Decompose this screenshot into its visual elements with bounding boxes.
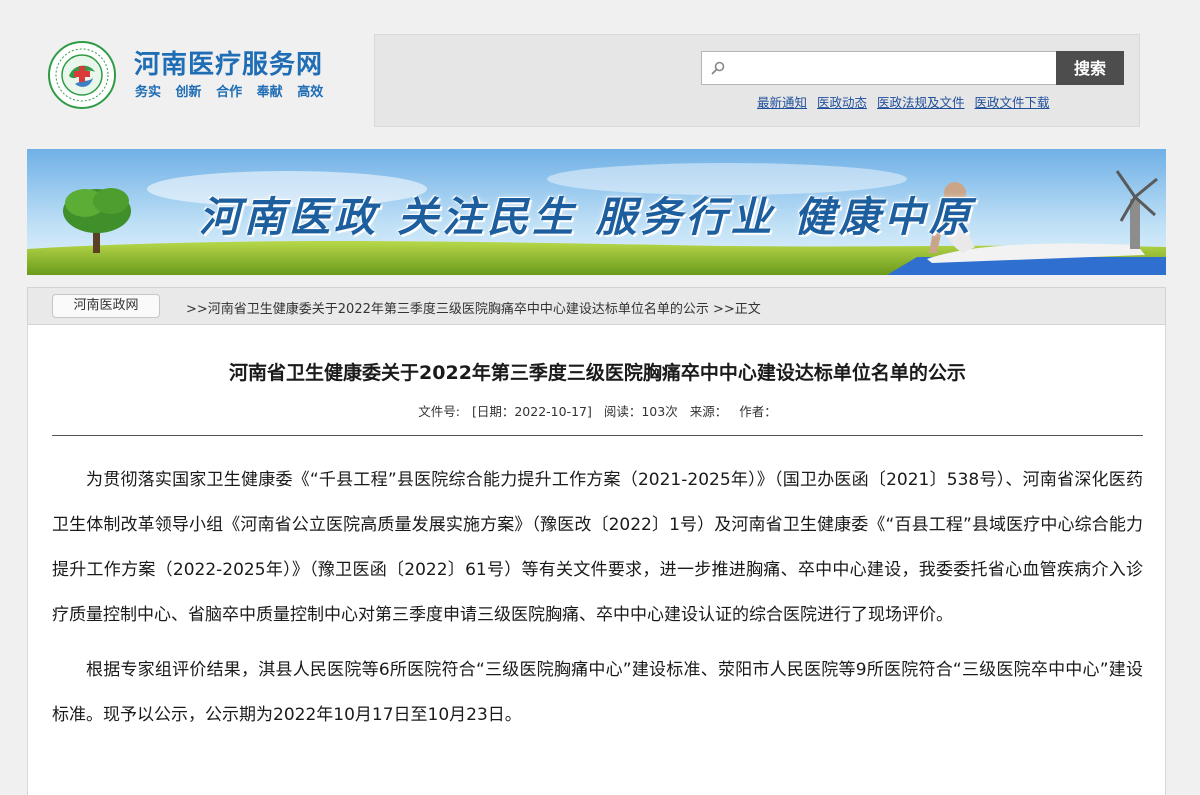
slogan-word: 务实 bbox=[135, 85, 162, 100]
search-icon bbox=[710, 60, 726, 76]
quick-links: 最新通知 医政动态 医政法规及文件 医政文件下载 bbox=[757, 92, 1056, 111]
slogan-word: 创新 bbox=[175, 85, 202, 100]
link-file-download[interactable]: 医政文件下载 bbox=[975, 95, 1050, 110]
meta-reads: 阅读：103次 bbox=[603, 404, 678, 419]
site-slogan: 务实 创新 合作 奉献 高效 bbox=[135, 81, 333, 100]
search-panel: 搜索 最新通知 医政动态 医政法规及文件 医政文件下载 bbox=[374, 34, 1140, 127]
slogan-word: 奉献 bbox=[256, 85, 283, 100]
search-box bbox=[701, 51, 1057, 85]
site-logo[interactable] bbox=[47, 40, 117, 110]
article-container: 河南省卫生健康委关于2022年第三季度三级医院胸痛卒中中心建设达标单位名单的公示… bbox=[27, 325, 1166, 795]
meta-doc-no: 文件号: bbox=[418, 404, 460, 419]
hero-banner: 河南医政 关注民生 服务行业 健康中原 bbox=[27, 149, 1166, 275]
article-meta: 文件号: [日期：2022-10-17] 阅读：103次 来源： 作者： bbox=[28, 401, 1167, 420]
breadcrumb-path: >>河南省卫生健康委关于2022年第三季度三级医院胸痛卒中中心建设达标单位名单的… bbox=[186, 302, 761, 317]
link-medical-news[interactable]: 医政动态 bbox=[817, 95, 867, 110]
logo-emblem-icon bbox=[48, 41, 116, 109]
link-regulations[interactable]: 医政法规及文件 bbox=[877, 95, 965, 110]
meta-source: 来源： bbox=[689, 404, 728, 419]
search-button[interactable]: 搜索 bbox=[1056, 51, 1124, 85]
search-input[interactable] bbox=[732, 54, 1054, 84]
title-divider bbox=[52, 435, 1143, 436]
article-paragraph: 为贯彻落实国家卫生健康委《“千县工程”县医院综合能力提升工作方案（2021-20… bbox=[52, 470, 1143, 625]
breadcrumb: 河南医政网 >>河南省卫生健康委关于2022年第三季度三级医院胸痛卒中中心建设达… bbox=[27, 287, 1166, 325]
slogan-word: 合作 bbox=[216, 85, 243, 100]
article-title: 河南省卫生健康委关于2022年第三季度三级医院胸痛卒中中心建设达标单位名单的公示 bbox=[229, 362, 966, 384]
banner-slogan: 河南医政 关注民生 服务行业 健康中原 bbox=[199, 193, 974, 241]
breadcrumb-home-link[interactable]: 河南医政网 bbox=[52, 294, 160, 318]
meta-author: 作者： bbox=[739, 404, 777, 419]
slogan-word: 高效 bbox=[297, 85, 324, 100]
article-paragraph: 根据专家组评价结果，淇县人民医院等6所医院符合“三级医院胸痛中心”建设标准、荥阳… bbox=[52, 660, 1143, 725]
meta-date: [日期：2022-10-17] bbox=[471, 404, 592, 419]
link-latest-notice[interactable]: 最新通知 bbox=[757, 95, 807, 110]
site-name[interactable]: 河南医疗服务网 bbox=[134, 44, 323, 81]
article-body: 为贯彻落实国家卫生健康委《“千县工程”县医院综合能力提升工作方案（2021-20… bbox=[52, 458, 1143, 748]
